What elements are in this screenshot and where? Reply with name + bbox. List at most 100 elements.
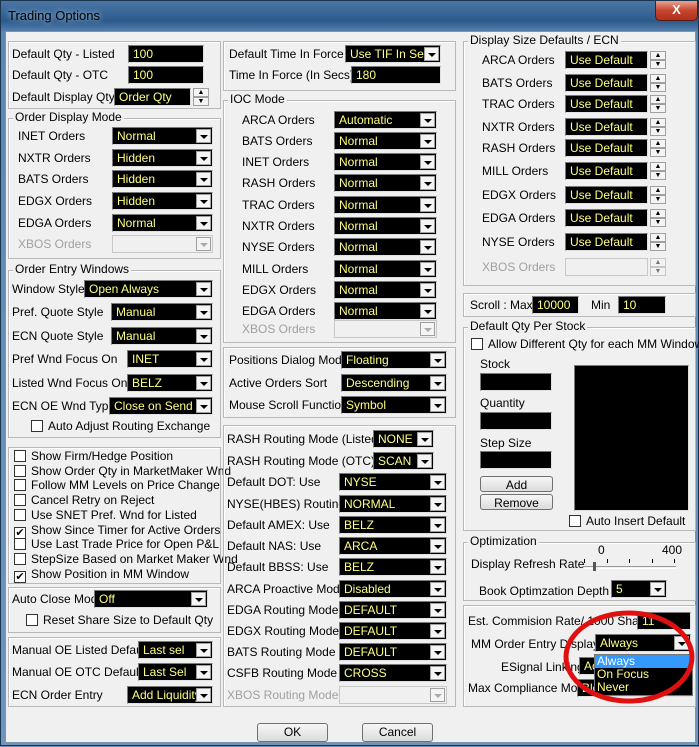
dropdown-option[interactable]: Never	[595, 681, 692, 694]
routing-combo[interactable]: BELZ	[339, 516, 447, 534]
chevron-down-icon[interactable]	[191, 592, 206, 606]
option-checkbox[interactable]: Use SNET Pref. Wnd for Listed	[14, 508, 197, 522]
spin-down-icon[interactable]: ▼	[650, 104, 666, 113]
commission-field[interactable]: 11	[637, 612, 691, 630]
ioc-combo[interactable]: Normal	[334, 132, 437, 150]
routing-combo[interactable]: CROSS	[339, 664, 447, 682]
spin-up-icon[interactable]: ▲	[650, 162, 666, 171]
display-size-field[interactable]: Use Default	[565, 118, 648, 136]
quantity-field[interactable]	[480, 412, 552, 430]
refresh-rate-slider[interactable]	[584, 566, 676, 569]
chevron-down-icon[interactable]	[420, 240, 435, 254]
spin-up-icon[interactable]: ▲	[650, 258, 666, 267]
chevron-down-icon[interactable]	[196, 329, 211, 343]
slider-thumb[interactable]	[593, 562, 596, 571]
chevron-down-icon[interactable]	[196, 643, 211, 657]
auto-adjust-routing-checkbox[interactable]: Auto Adjust Routing Exchange	[31, 419, 210, 433]
chevron-down-icon[interactable]	[650, 582, 665, 596]
routing-combo[interactable]: BELZ	[339, 558, 447, 576]
auto-close-mode-combo[interactable]: Off	[94, 590, 208, 608]
spin-down-icon[interactable]: ▼	[650, 127, 666, 136]
display-size-field[interactable]: Use Default	[565, 74, 648, 92]
spin-down-icon[interactable]: ▼	[650, 267, 666, 276]
spin-down-icon[interactable]: ▼	[650, 60, 666, 69]
chevron-down-icon[interactable]	[430, 688, 445, 702]
spin-down-icon[interactable]: ▼	[650, 148, 666, 157]
mm-order-entry-combo[interactable]: Always	[595, 634, 691, 652]
ok-button[interactable]: OK	[257, 723, 328, 742]
checkbox-icon[interactable]	[14, 479, 26, 492]
chevron-down-icon[interactable]	[430, 376, 445, 390]
checkbox-icon[interactable]	[14, 538, 26, 551]
ioc-combo[interactable]: Automatic	[334, 111, 437, 129]
order-entry-combo[interactable]: Manual	[111, 327, 213, 345]
spinner[interactable]: ▲ ▼	[650, 162, 666, 180]
chevron-down-icon[interactable]	[417, 454, 432, 468]
checkbox-icon[interactable]	[14, 494, 26, 507]
allow-different-qty-checkbox[interactable]: Allow Different Qty for each MM Window	[471, 337, 699, 351]
default-tif-combo[interactable]: Use TIF In Secs	[345, 45, 441, 63]
option-checkbox[interactable]: Show Order Qty in MarketMaker Wnd	[14, 464, 231, 478]
auto-insert-default-checkbox[interactable]: Auto Insert Default	[569, 514, 685, 528]
chevron-down-icon[interactable]	[430, 582, 445, 596]
spin-up-icon[interactable]: ▲	[650, 118, 666, 127]
routing-combo[interactable]: SCAN	[373, 452, 434, 470]
stock-field[interactable]	[480, 373, 552, 391]
order-display-combo[interactable]: Hidden	[112, 192, 213, 210]
chevron-down-icon[interactable]	[430, 497, 445, 511]
display-size-field[interactable]: Use Default	[565, 51, 648, 69]
chevron-down-icon[interactable]	[430, 624, 445, 638]
book-depth-combo[interactable]: 5	[611, 580, 667, 598]
chevron-down-icon[interactable]	[430, 353, 445, 367]
order-display-combo[interactable]	[112, 235, 213, 253]
option-checkbox[interactable]: Show Firm/Hedge Position	[14, 449, 173, 463]
checkbox-icon[interactable]	[569, 515, 581, 527]
ioc-combo[interactable]: Normal	[334, 281, 437, 299]
chevron-down-icon[interactable]	[430, 645, 445, 659]
chevron-down-icon[interactable]	[420, 134, 435, 148]
spin-down-icon[interactable]: ▼	[650, 195, 666, 204]
routing-combo[interactable]: DEFAULT	[339, 622, 447, 640]
display-size-field[interactable]: Use Default	[565, 209, 648, 227]
chevron-down-icon[interactable]	[420, 304, 435, 318]
spin-down-icon[interactable]: ▼	[650, 83, 666, 92]
title-bar[interactable]: Trading Options X	[1, 1, 699, 31]
chevron-down-icon[interactable]	[420, 219, 435, 233]
checkbox-icon[interactable]	[14, 508, 26, 521]
chevron-down-icon[interactable]	[430, 398, 445, 412]
ioc-combo[interactable]: Normal	[334, 153, 437, 171]
spin-down-icon[interactable]: ▼	[193, 97, 209, 106]
option-checkbox[interactable]: StepSize Based on Market Maker Wnd	[14, 552, 238, 566]
chevron-down-icon[interactable]	[196, 305, 211, 319]
chevron-down-icon[interactable]	[196, 376, 211, 390]
display-size-field[interactable]: Use Default	[565, 186, 648, 204]
spinner[interactable]: ▲ ▼	[193, 88, 209, 106]
chevron-down-icon[interactable]	[420, 155, 435, 169]
routing-combo[interactable]: NONE	[373, 430, 434, 448]
spin-up-icon[interactable]: ▲	[650, 95, 666, 104]
ioc-combo[interactable]: Normal	[334, 174, 437, 192]
chevron-down-icon[interactable]	[424, 47, 439, 61]
chevron-down-icon[interactable]	[196, 172, 211, 186]
chevron-down-icon[interactable]	[420, 176, 435, 190]
routing-combo[interactable]: NYSE	[339, 473, 447, 491]
spin-up-icon[interactable]: ▲	[650, 139, 666, 148]
option-checkbox[interactable]: ✔ Show Since Timer for Active Orders	[14, 523, 220, 539]
spinner[interactable]: ▲ ▼	[650, 233, 666, 251]
spin-up-icon[interactable]: ▲	[650, 186, 666, 195]
order-display-combo[interactable]: Hidden	[112, 149, 213, 167]
spin-down-icon[interactable]: ▼	[650, 171, 666, 180]
chevron-down-icon[interactable]	[420, 262, 435, 276]
spin-down-icon[interactable]: ▼	[650, 218, 666, 227]
spin-down-icon[interactable]: ▼	[650, 242, 666, 251]
chevron-down-icon[interactable]	[196, 216, 211, 230]
ioc-combo[interactable]	[334, 320, 437, 338]
scroll-max-field[interactable]: 10000	[532, 296, 579, 314]
chevron-down-icon[interactable]	[196, 688, 211, 702]
order-entry-combo[interactable]: Close on Send	[109, 397, 213, 415]
checkbox-icon[interactable]	[14, 464, 26, 477]
manual-oe-combo[interactable]: Last Sel	[138, 663, 213, 681]
chevron-down-icon[interactable]	[196, 237, 211, 251]
order-display-combo[interactable]: Normal	[112, 127, 213, 145]
positions-combo[interactable]: Symbol	[341, 396, 447, 414]
